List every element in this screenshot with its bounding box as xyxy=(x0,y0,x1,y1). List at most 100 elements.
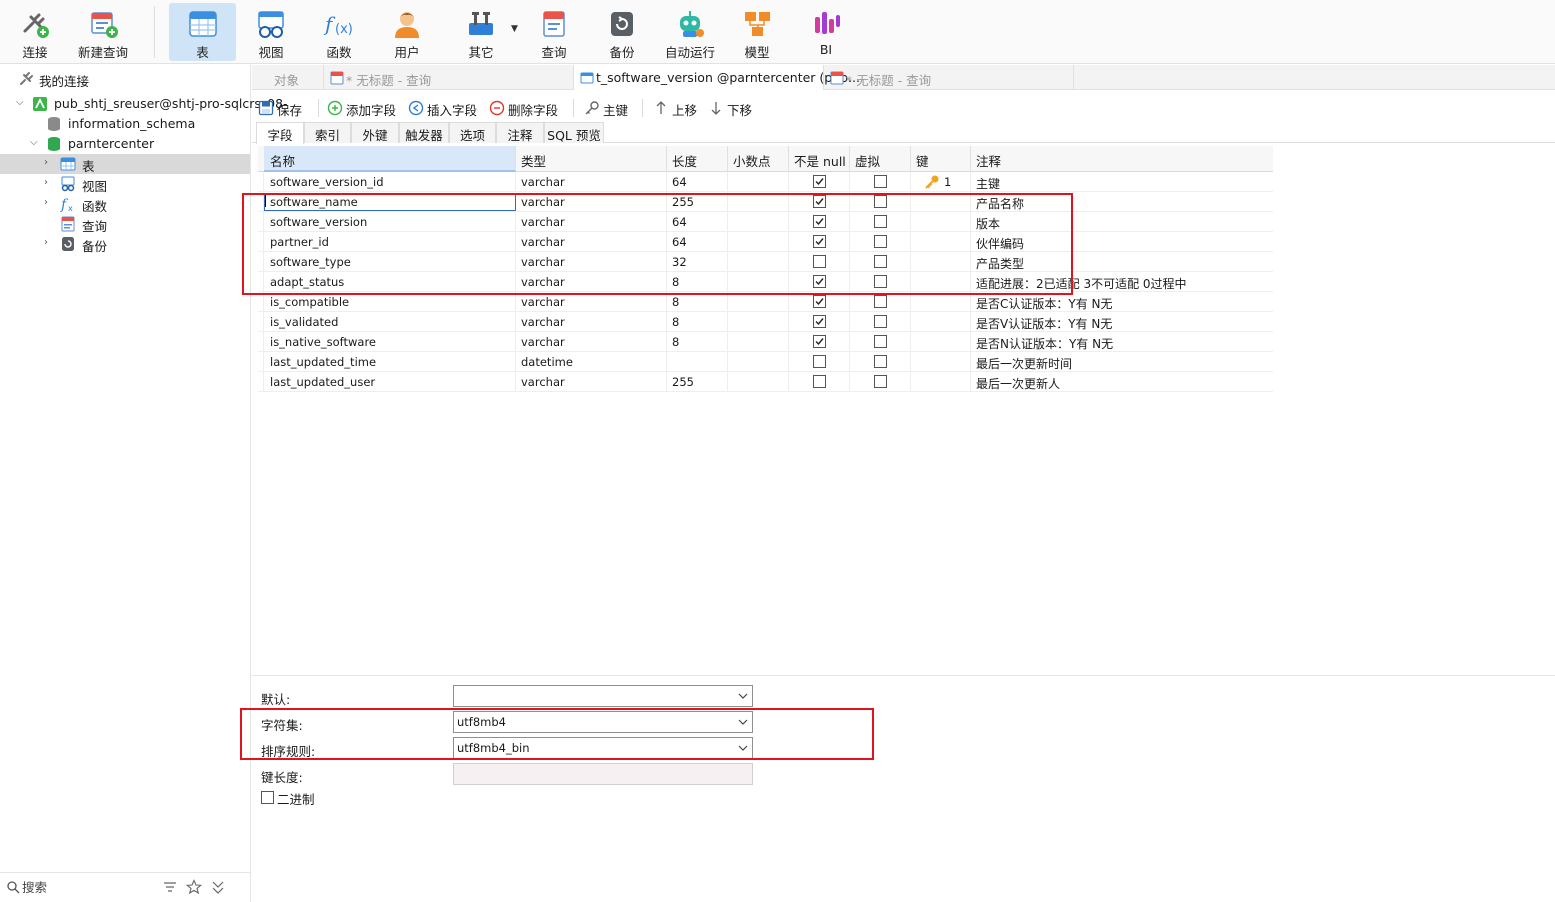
field-key-cell[interactable] xyxy=(911,272,971,292)
chevron-right-icon[interactable]: › xyxy=(44,157,54,169)
field-length[interactable]: 255 xyxy=(667,192,728,212)
virtual-checkbox[interactable] xyxy=(874,375,887,388)
not-null-checkbox[interactable] xyxy=(813,255,826,268)
field-type[interactable]: varchar xyxy=(516,332,667,352)
tab-indexes[interactable]: 索引 xyxy=(304,122,351,143)
charset-select[interactable]: utf8mb4 xyxy=(453,711,753,733)
virtual-checkbox[interactable] xyxy=(874,235,887,248)
collation-select[interactable]: utf8mb4_bin xyxy=(453,737,753,759)
chevron-down-icon[interactable]: ⌵ xyxy=(16,97,26,109)
field-name[interactable]: last_updated_time xyxy=(264,352,516,372)
tab-fields[interactable]: 字段 xyxy=(256,122,304,144)
tree-connection-node[interactable]: ⌵ pub_shtj_sreuser@shtj-pro-sqlcrs_08- xyxy=(0,94,288,114)
tree-db-information-schema[interactable]: information_schema xyxy=(0,114,250,134)
sidebar-search-input[interactable] xyxy=(22,878,152,896)
column-header-decimal[interactable]: 小数点 xyxy=(728,146,789,172)
tab-foreign-keys[interactable]: 外键 xyxy=(351,122,399,143)
toolbar-other-dropdown-icon[interactable]: ▼ xyxy=(511,24,518,34)
field-length[interactable]: 64 xyxy=(667,232,728,252)
not-null-checkbox[interactable] xyxy=(813,215,826,228)
tab-triggers[interactable]: 触发器 xyxy=(399,122,449,143)
binary-checkbox[interactable] xyxy=(261,791,274,804)
field-name[interactable]: last_updated_user xyxy=(264,372,516,392)
table-row[interactable]: partner_id varchar 64 伙伴编码 xyxy=(258,232,1273,252)
field-type[interactable]: varchar xyxy=(516,252,667,272)
virtual-checkbox[interactable] xyxy=(874,355,887,368)
my-connections-header[interactable]: 我的连接 xyxy=(0,69,250,89)
table-row[interactable]: software_version varchar 64 版本 xyxy=(258,212,1273,232)
field-decimal[interactable] xyxy=(728,312,789,332)
table-row[interactable]: adapt_status varchar 8 适配进展：2已适配 3不可适配 0过程中 xyxy=(258,272,1273,292)
table-row[interactable]: is_compatible varchar 8 是否C认证版本：Y有 N无 xyxy=(258,292,1273,312)
table-row[interactable]: last_updated_time datetime 最后一次更新时间 xyxy=(258,352,1273,372)
field-decimal[interactable] xyxy=(728,352,789,372)
toolbar-other-button[interactable]: 其它 xyxy=(456,3,506,61)
field-length[interactable] xyxy=(667,352,728,372)
field-decimal[interactable] xyxy=(728,172,789,192)
field-name[interactable]: is_compatible xyxy=(264,292,516,312)
tree-item-views[interactable]: › 视图 xyxy=(0,174,250,194)
tab-untitled-query-1[interactable]: * 无标题 - 查询 xyxy=(324,65,574,90)
virtual-checkbox[interactable] xyxy=(874,335,887,348)
column-header-not-null[interactable]: 不是 null xyxy=(789,146,850,172)
tab-objects[interactable]: 对象 xyxy=(252,65,324,90)
tree-item-functions[interactable]: › f x 函数 xyxy=(0,194,250,214)
field-comment[interactable]: 版本 xyxy=(971,212,1273,232)
field-name[interactable]: partner_id xyxy=(264,232,516,252)
field-name[interactable]: is_validated xyxy=(264,312,516,332)
toolbar-new-query-button[interactable]: 新建查询 xyxy=(70,3,136,61)
field-name[interactable]: software_type xyxy=(264,252,516,272)
table-row[interactable]: software_version_id varchar 64 1 主键 xyxy=(258,172,1273,192)
field-key-cell[interactable] xyxy=(911,352,971,372)
toolbar-connect-button[interactable]: 连接 xyxy=(10,3,60,61)
field-length[interactable]: 32 xyxy=(667,252,728,272)
not-null-checkbox[interactable] xyxy=(813,315,826,328)
field-decimal[interactable] xyxy=(728,192,789,212)
field-key-cell[interactable] xyxy=(911,252,971,272)
field-key-cell[interactable] xyxy=(911,332,971,352)
field-type[interactable]: varchar xyxy=(516,212,667,232)
field-comment[interactable]: 适配进展：2已适配 3不可适配 0过程中 xyxy=(971,272,1273,292)
field-key-cell[interactable]: 1 xyxy=(911,172,971,192)
tree-db-parntercenter[interactable]: ⌵ parntercenter xyxy=(0,134,250,154)
field-key-cell[interactable] xyxy=(911,292,971,312)
field-length[interactable]: 8 xyxy=(667,332,728,352)
toolbar-automation-button[interactable]: 自动运行 xyxy=(662,3,718,61)
field-length[interactable]: 255 xyxy=(667,372,728,392)
field-comment[interactable]: 最后一次更新时间 xyxy=(971,352,1273,372)
field-type[interactable]: varchar xyxy=(516,312,667,332)
tab-table-design[interactable]: t_software_version @parntercenter (pub..… xyxy=(574,65,860,90)
move-up-button[interactable]: 上移 xyxy=(653,98,703,118)
chevron-right-icon[interactable]: › xyxy=(44,197,54,209)
toolbar-model-button[interactable]: 模型 xyxy=(734,3,780,61)
field-comment[interactable]: 最后一次更新人 xyxy=(971,372,1273,392)
delete-field-button[interactable]: 删除字段 xyxy=(489,98,565,118)
field-length[interactable]: 8 xyxy=(667,272,728,292)
field-key-cell[interactable] xyxy=(911,312,971,332)
field-name[interactable]: is_native_software xyxy=(264,332,516,352)
field-decimal[interactable] xyxy=(728,232,789,252)
tab-options[interactable]: 选项 xyxy=(449,122,496,143)
field-length[interactable]: 64 xyxy=(667,172,728,192)
chevron-right-icon[interactable]: › xyxy=(44,237,54,249)
column-header-comment[interactable]: 注释 xyxy=(971,146,1273,172)
column-header-key[interactable]: 键 xyxy=(911,146,971,172)
not-null-checkbox[interactable] xyxy=(813,335,826,348)
field-key-cell[interactable] xyxy=(911,372,971,392)
field-key-cell[interactable] xyxy=(911,232,971,252)
table-row[interactable]: software_type varchar 32 产品类型 xyxy=(258,252,1273,272)
chevron-down-icon[interactable]: ⌵ xyxy=(30,137,40,149)
tree-item-tables[interactable]: › 表 xyxy=(0,154,250,174)
default-select[interactable] xyxy=(453,685,753,707)
field-key-cell[interactable] xyxy=(911,192,971,212)
table-row[interactable]: is_native_software varchar 8 是否N认证版本：Y有 N无 xyxy=(258,332,1273,352)
toolbar-function-button[interactable]: f (x) 函数 xyxy=(316,3,362,61)
field-name-editor[interactable]: software_name xyxy=(264,193,516,211)
field-type[interactable]: varchar xyxy=(516,292,667,312)
field-comment[interactable]: 产品名称 xyxy=(971,192,1273,212)
not-null-checkbox[interactable] xyxy=(813,235,826,248)
tab-comment[interactable]: 注释 xyxy=(496,122,544,143)
column-header-name[interactable]: 名称 xyxy=(264,146,516,172)
insert-field-button[interactable]: 插入字段 xyxy=(408,98,484,118)
not-null-checkbox[interactable] xyxy=(813,355,826,368)
